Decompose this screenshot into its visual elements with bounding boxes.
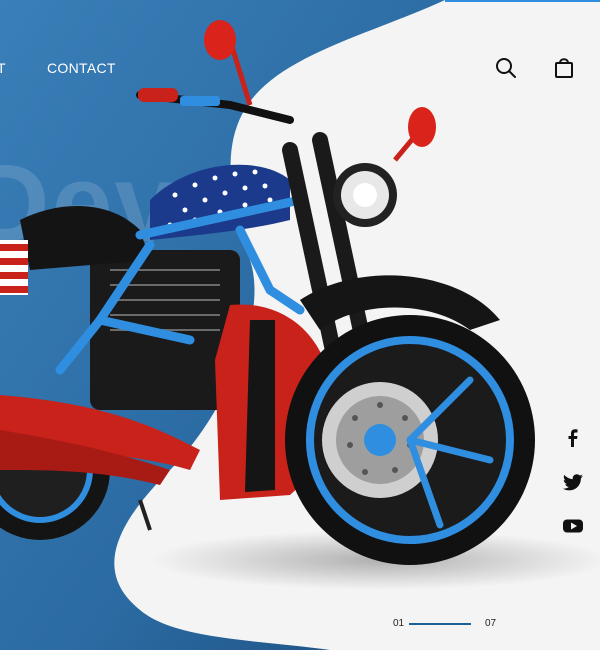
slide-progress-fill [409,623,471,625]
shopping-bag-icon[interactable] [551,55,577,81]
slide-current-number: 01 [393,618,405,629]
nav-item-contact[interactable]: CONTACT [47,60,116,76]
slide-total-number: 07 [485,618,497,629]
twitter-icon[interactable] [560,469,586,495]
facebook-icon[interactable] [560,425,586,451]
search-icon[interactable] [493,55,519,81]
nav-item-partial[interactable]: T [0,60,6,76]
motorcycle-image [0,20,535,565]
slide-indicator[interactable]: 01 07 [393,616,503,632]
slide-progress-track[interactable] [409,623,471,625]
hero-stage: Dev T CONTACT 01 07 [0,0,600,650]
youtube-icon[interactable] [560,513,586,539]
